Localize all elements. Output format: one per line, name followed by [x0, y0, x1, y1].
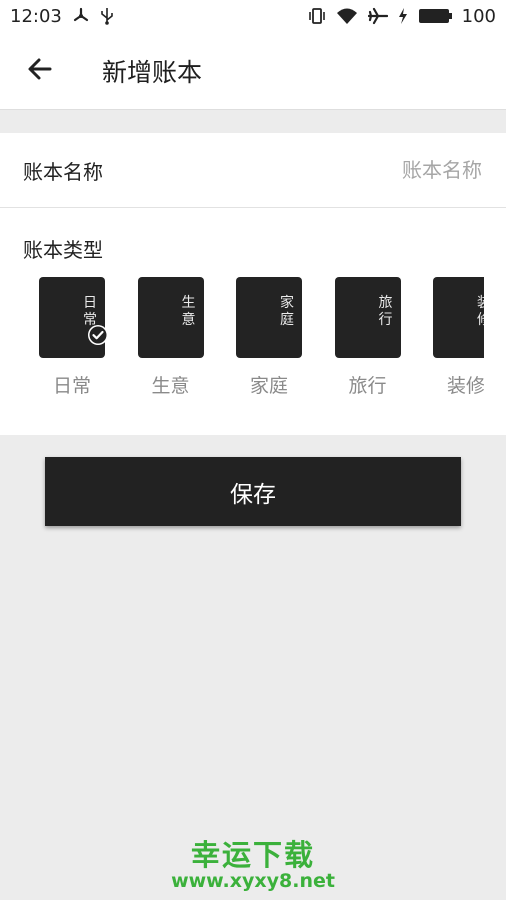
- book-type-cover: 家庭: [236, 277, 302, 358]
- book-type-label: 账本类型: [23, 238, 103, 262]
- book-type-cover: 日常: [39, 277, 108, 358]
- book-type-cover: 生意: [137, 277, 204, 358]
- status-bar: 12:03 100: [0, 0, 506, 32]
- book-type-list[interactable]: 日常日常生意生意家庭家庭旅行旅行装修装修: [39, 277, 484, 397]
- battery-icon: [418, 7, 452, 25]
- book-type-name: 家庭: [249, 375, 288, 397]
- vibrate-icon: [308, 7, 326, 25]
- book-type-item[interactable]: 旅行 旅行: [334, 277, 401, 397]
- back-button[interactable]: [22, 53, 58, 89]
- watermark-title: 幸运下载: [190, 838, 315, 872]
- book-type-item[interactable]: 日常 日常: [39, 277, 108, 397]
- book-type-name: 旅行: [348, 375, 387, 397]
- usb-icon: [100, 7, 114, 25]
- book-type-cover: 旅行: [334, 277, 401, 358]
- book-type-cover-text: 家庭: [280, 295, 294, 328]
- book-type-cover-text: 装修: [475, 295, 484, 329]
- airplane-icon: [367, 7, 388, 25]
- book-type-item[interactable]: 生意 生意: [137, 277, 204, 397]
- save-button[interactable]: 保存: [45, 457, 461, 526]
- watermark-url: www.xyxy8.net: [171, 870, 335, 892]
- book-type-item[interactable]: 家庭 家庭: [236, 277, 302, 397]
- book-name-input[interactable]: [260, 157, 484, 183]
- status-right: 100: [308, 6, 496, 27]
- page-title: 新增账本: [102, 57, 203, 87]
- status-time: 12:03: [10, 5, 62, 27]
- battery-level: 100: [461, 5, 496, 27]
- status-left: 12:03: [10, 6, 114, 27]
- book-type-cover-text: 生意: [181, 295, 196, 328]
- book-type-name: 生意: [151, 375, 190, 397]
- book-type-item[interactable]: 装修装修: [433, 277, 484, 397]
- book-name-row: 账本名称: [0, 133, 506, 208]
- charging-icon: [398, 8, 408, 24]
- form-card: 账本名称 账本类型 日常日常生意生意家庭家庭旅行旅行装修装修: [0, 133, 506, 435]
- book-type-cover-text: 旅行: [378, 295, 393, 328]
- book-type-name: 装修: [446, 375, 484, 397]
- arrow-left-icon: [26, 55, 54, 87]
- check-circle-icon: [87, 324, 109, 346]
- header: 新增账本: [0, 32, 506, 110]
- fan-icon: [72, 7, 90, 25]
- book-type-cover: 装修: [433, 277, 484, 358]
- wifi-icon: [336, 7, 358, 25]
- book-type-name: 日常: [52, 375, 91, 397]
- book-name-label: 账本名称: [23, 159, 103, 184]
